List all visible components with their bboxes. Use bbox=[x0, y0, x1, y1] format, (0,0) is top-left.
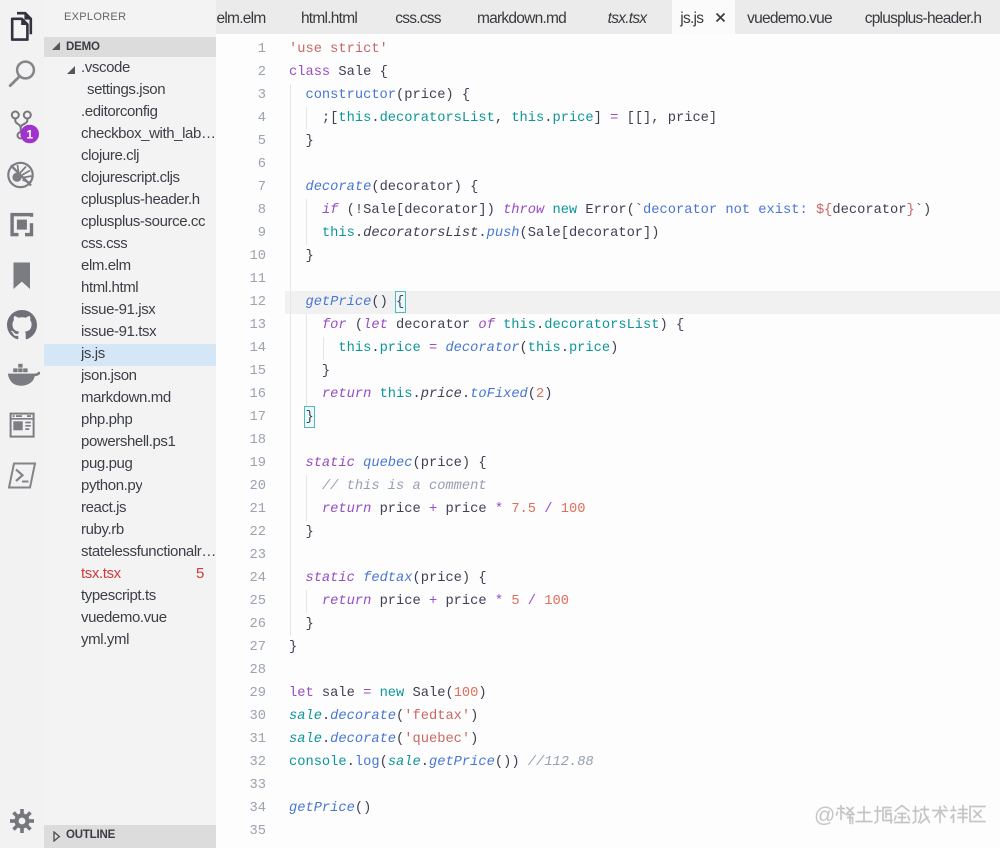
svg-text:1: 1 bbox=[26, 127, 33, 141]
